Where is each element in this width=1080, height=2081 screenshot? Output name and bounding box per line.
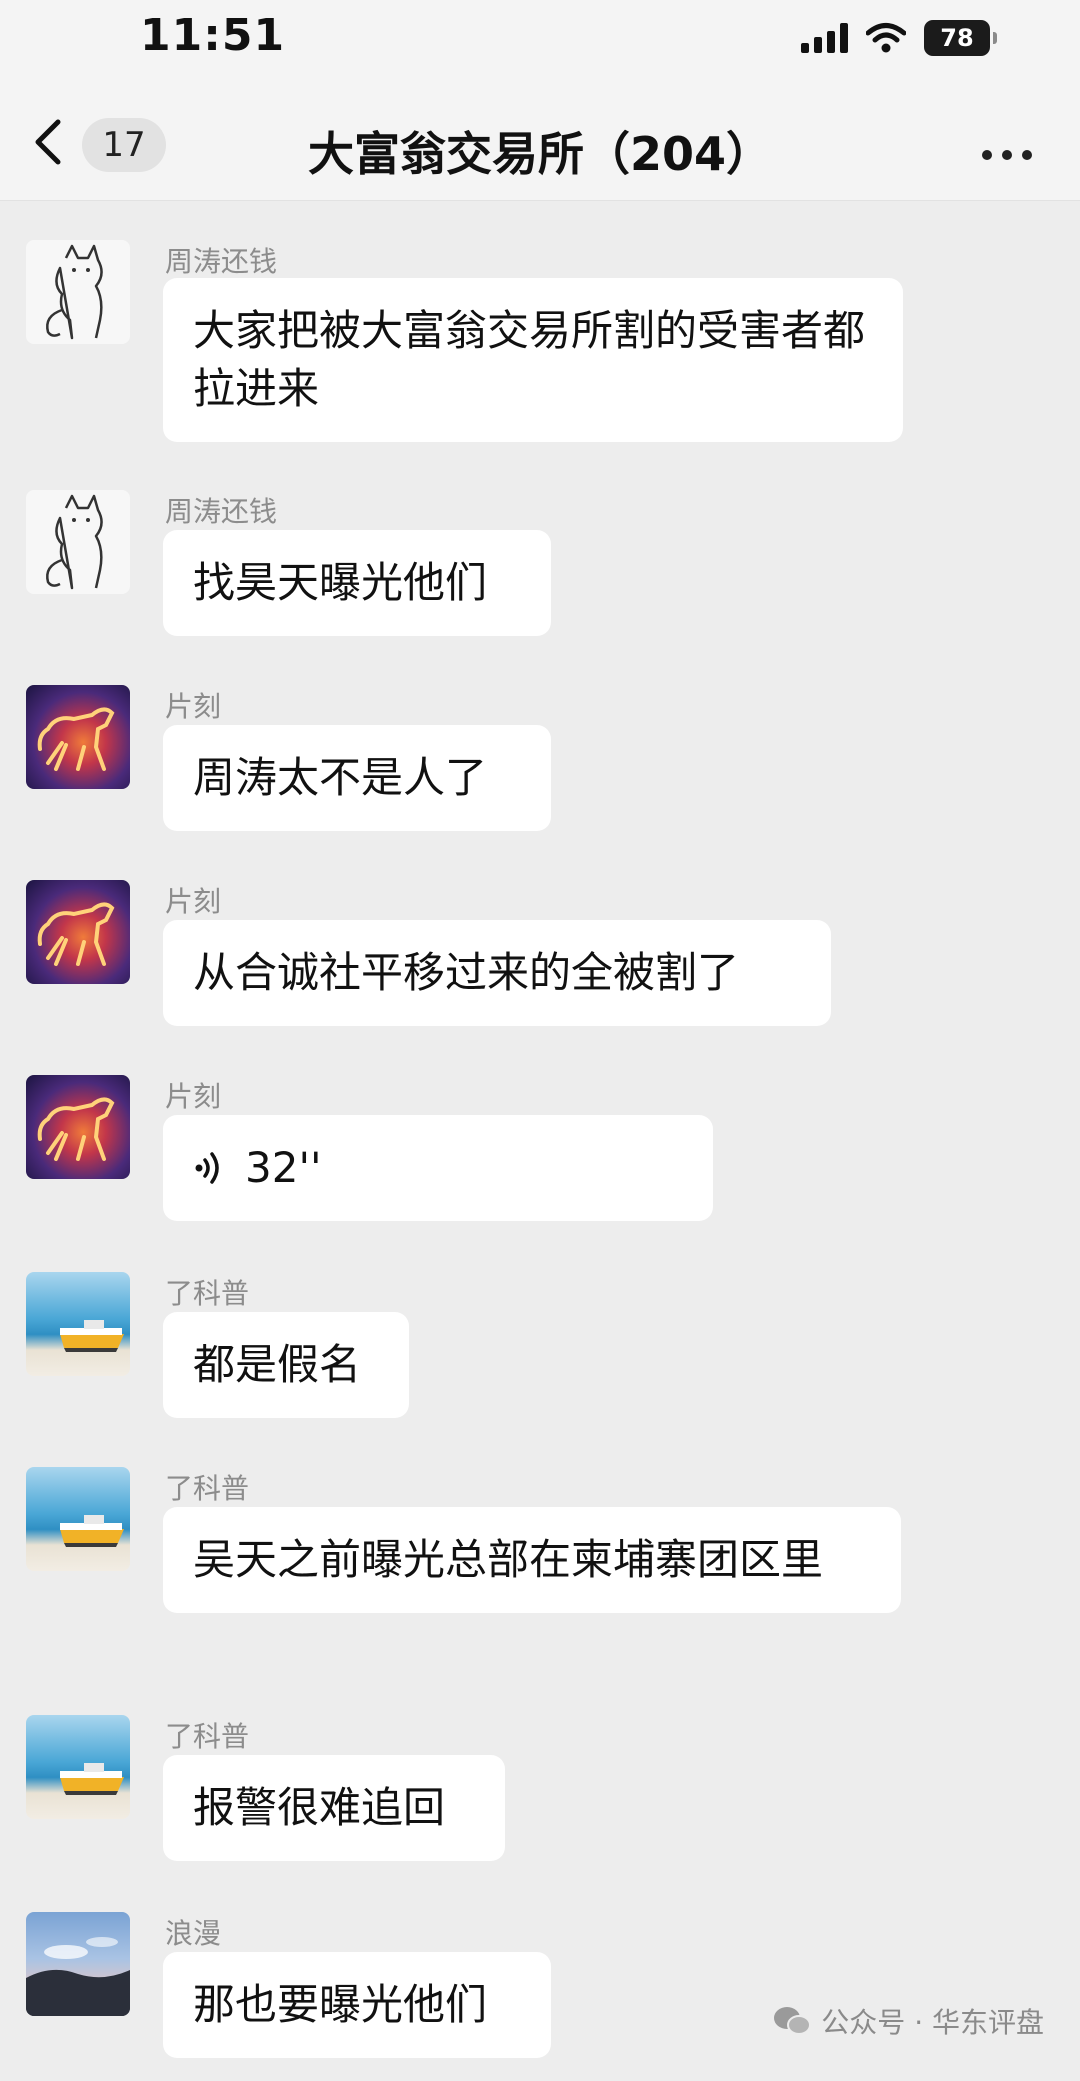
sender-name: 了科普 bbox=[165, 1720, 250, 1753]
avatar[interactable] bbox=[26, 1272, 130, 1376]
boat-on-beach-icon bbox=[60, 1320, 124, 1352]
message-bubble[interactable]: 吴天之前曝光总部在柬埔寨团区里 bbox=[163, 1507, 901, 1613]
status-icons: 78 bbox=[801, 16, 997, 60]
message-bubble[interactable]: 大家把被大富翁交易所割的受害者都拉进来 bbox=[163, 278, 903, 442]
cellular-signal-icon bbox=[801, 23, 848, 53]
cat-sketch-icon bbox=[46, 244, 103, 340]
cat-sketch-icon bbox=[46, 494, 103, 590]
status-bar: 11:51 78 bbox=[0, 0, 1080, 80]
voice-play-icon bbox=[195, 1152, 219, 1184]
sender-name: 片刻 bbox=[165, 690, 222, 723]
avatar[interactable] bbox=[26, 880, 130, 984]
sender-name: 片刻 bbox=[165, 1080, 222, 1113]
avatar[interactable] bbox=[26, 490, 130, 594]
message-bubble[interactable]: 都是假名 bbox=[163, 1312, 409, 1418]
message-bubble[interactable]: 从合诚社平移过来的全被割了 bbox=[163, 920, 831, 1026]
chat-title: 大富翁交易所（204） bbox=[307, 127, 773, 181]
watermark: 公众号 · 华东评盘 bbox=[773, 2001, 1044, 2041]
sender-name: 周涛还钱 bbox=[165, 245, 278, 278]
avatar[interactable] bbox=[26, 1912, 130, 2016]
nav-bar: 17 大富翁交易所（204） bbox=[0, 80, 1080, 201]
wechat-logo-icon bbox=[774, 2007, 812, 2035]
avatar[interactable] bbox=[26, 1075, 130, 1179]
wifi-icon bbox=[866, 23, 906, 53]
avatar[interactable] bbox=[26, 240, 130, 344]
sender-name: 了科普 bbox=[165, 1277, 250, 1310]
voice-message-bubble[interactable]: 32'' bbox=[163, 1115, 713, 1221]
avatar[interactable] bbox=[26, 1715, 130, 1819]
message-bubble[interactable]: 报警很难追回 bbox=[163, 1755, 505, 1861]
sender-name: 片刻 bbox=[165, 885, 222, 918]
boat-on-beach-icon bbox=[60, 1763, 124, 1795]
status-time: 11:51 bbox=[140, 10, 286, 61]
message-bubble[interactable]: 找昊天曝光他们 bbox=[163, 530, 551, 636]
sender-name: 了科普 bbox=[165, 1472, 250, 1505]
boat-on-beach-icon bbox=[60, 1515, 124, 1547]
battery-icon: 78 bbox=[924, 20, 997, 56]
avatar[interactable] bbox=[26, 685, 130, 789]
sender-name: 浪漫 bbox=[165, 1917, 222, 1950]
message-bubble[interactable]: 周涛太不是人了 bbox=[163, 725, 551, 831]
sender-name: 周涛还钱 bbox=[165, 495, 278, 528]
watermark-text: 公众号 · 华东评盘 bbox=[821, 2006, 1044, 2039]
sky-landscape-icon bbox=[26, 1937, 130, 2016]
fire-horse-icon bbox=[37, 1097, 115, 1161]
fire-horse-icon bbox=[37, 707, 115, 771]
more-options-icon[interactable] bbox=[982, 150, 1032, 160]
avatar[interactable] bbox=[26, 1467, 130, 1571]
message-bubble[interactable]: 那也要曝光他们 bbox=[163, 1952, 551, 2058]
battery-level: 78 bbox=[940, 24, 974, 52]
fire-horse-icon bbox=[37, 902, 115, 966]
voice-duration: 32'' bbox=[245, 1143, 322, 1192]
